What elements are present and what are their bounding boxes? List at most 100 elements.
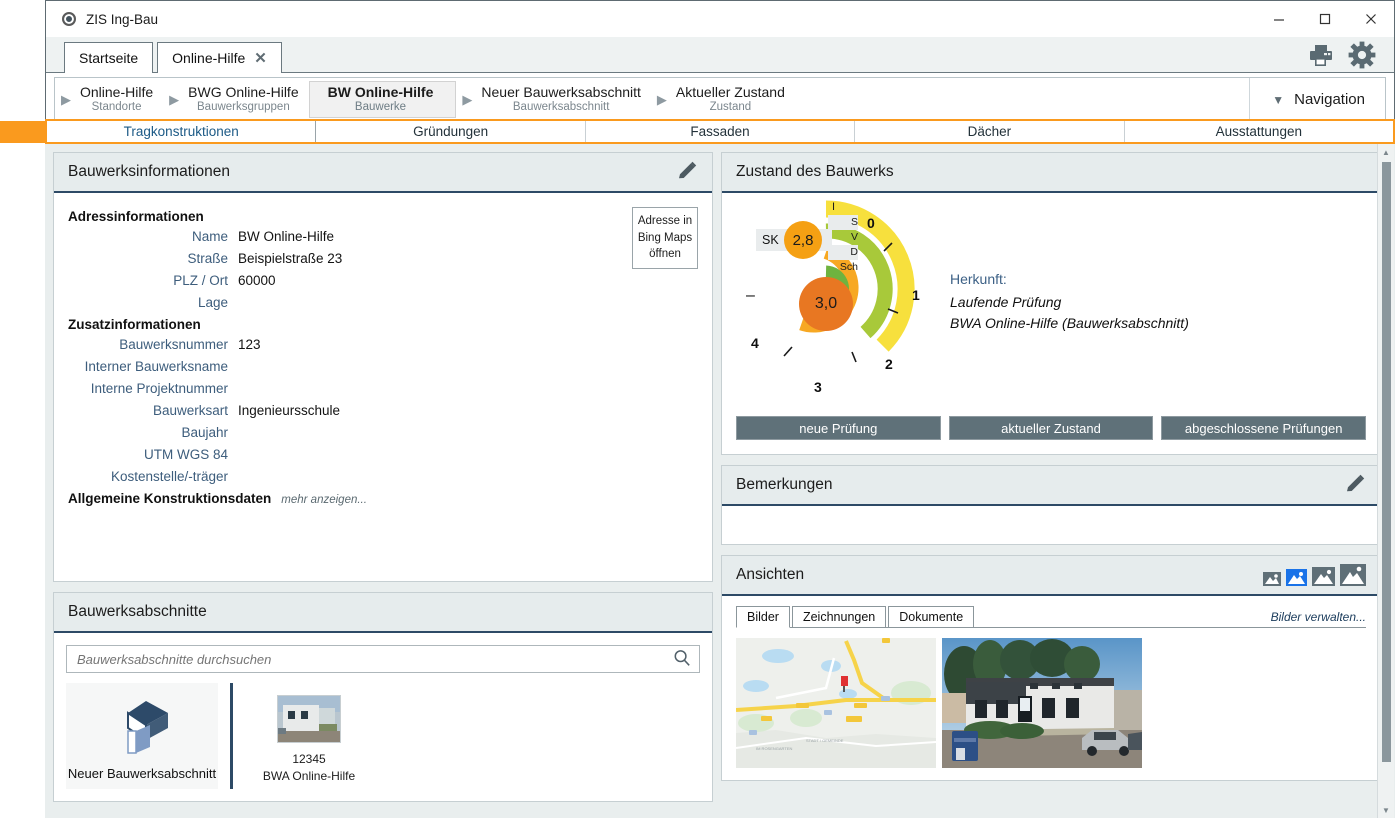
field-label: Kostenstelle/-träger	[68, 469, 238, 484]
minimize-icon[interactable]	[1256, 1, 1302, 37]
field-row-interner-bauwerksname[interactable]: Interner Bauwerksname	[68, 359, 698, 374]
field-row-bauwerksart[interactable]: Bauwerksart Ingenieursschule	[68, 403, 698, 418]
search-input[interactable]	[75, 651, 673, 668]
overall-value-bubble: 3,0	[799, 277, 853, 331]
navigation-label: Navigation	[1294, 91, 1365, 108]
condition-gauge: SK 2,8 S V D Sch 3,0 0 1 2 3	[722, 193, 1380, 416]
pencil-icon[interactable]	[1344, 473, 1366, 498]
group-title-konstruktionsdaten: Allgemeine Konstruktionsdaten mehr anzei…	[68, 491, 698, 506]
new-bauwerksabschnitt-label: Neuer Bauwerksabschnitt	[68, 766, 216, 781]
aktueller-zustand-button[interactable]: aktueller Zustand	[949, 416, 1154, 440]
card-header: Bauwerksabschnitte	[54, 593, 712, 633]
field-value: 60000	[238, 273, 276, 288]
thumbnail-gallery: STADT / GEMEINDE IM ROSENGARTEN	[722, 628, 1380, 780]
bemerkungen-card: Bemerkungen	[721, 465, 1381, 545]
map-thumbnail[interactable]: STADT / GEMEINDE IM ROSENGARTEN	[736, 638, 936, 768]
breadcrumb-title: Neuer Bauwerksabschnitt	[481, 84, 641, 101]
tab-dokumente[interactable]: Dokumente	[888, 606, 974, 628]
search-bar[interactable]	[66, 645, 700, 673]
section-title: Ansichten	[736, 566, 804, 584]
manage-images-link[interactable]: Bilder verwalten...	[1271, 610, 1366, 628]
tab-ausstattungen[interactable]: Ausstattungen	[1125, 121, 1393, 142]
tab-daecher[interactable]: Dächer	[855, 121, 1124, 142]
scrollbar-thumb[interactable]	[1382, 162, 1391, 762]
tab-fassaden[interactable]: Fassaden	[586, 121, 855, 142]
new-bauwerksabschnitt-button[interactable]: Neuer Bauwerksabschnitt	[66, 683, 218, 789]
field-row-utm-wgs84[interactable]: UTM WGS 84	[68, 447, 698, 462]
field-row-strasse[interactable]: Straße Beispielstraße 23	[68, 251, 698, 266]
tab-bilder[interactable]: Bilder	[736, 606, 790, 628]
field-row-plz-ort[interactable]: PLZ / Ort 60000	[68, 273, 698, 288]
neue-pruefung-button[interactable]: neue Prüfung	[736, 416, 941, 440]
building-block-icon	[106, 695, 178, 760]
pencil-icon[interactable]	[676, 160, 698, 185]
page-title: Bauwerksinformationen	[68, 163, 230, 181]
tab-gruendungen[interactable]: Gründungen	[316, 121, 585, 142]
building-photo-thumbnail[interactable]	[942, 638, 1142, 768]
field-row-kostenstelle[interactable]: Kostenstelle/-träger	[68, 469, 698, 484]
magnifier-icon[interactable]	[673, 649, 691, 670]
tab-label: Dächer	[968, 124, 1012, 139]
field-row-bauwerksnummer[interactable]: Bauwerksnummer 123	[68, 337, 698, 352]
tab-label: Zeichnungen	[803, 610, 875, 624]
image-selected-icon[interactable]	[1286, 569, 1307, 586]
image-large-icon[interactable]	[1340, 564, 1366, 586]
tab-underline	[736, 627, 1366, 628]
list-item[interactable]: 12345 BWA Online-Hilfe	[249, 683, 369, 789]
breadcrumb-subtitle: Bauwerksgruppen	[197, 101, 290, 115]
breadcrumb-item-standorte[interactable]: ▶ Online-Hilfe Standorte	[55, 78, 163, 121]
field-row-name[interactable]: Name BW Online-Hilfe	[68, 229, 698, 244]
field-row-lage[interactable]: Lage	[68, 295, 698, 310]
breadcrumb-item-bauwerke[interactable]: BW Online-Hilfe Bauwerke	[309, 81, 457, 118]
ansichten-body: Bilder Zeichnungen Dokumente Bilder verw…	[722, 596, 1380, 780]
field-label: Bauwerksart	[68, 403, 238, 418]
section-title: Zustand des Bauwerks	[736, 163, 894, 181]
bemerkungen-text[interactable]	[722, 506, 1380, 544]
maximize-icon[interactable]	[1302, 1, 1348, 37]
bauwerksabschnitte-list: Neuer Bauwerksabschnitt	[54, 683, 712, 801]
ring-label-s: S	[828, 215, 858, 230]
image-small-icon[interactable]	[1263, 572, 1281, 586]
tab-tragkonstruktionen[interactable]: Tragkonstruktionen	[47, 121, 316, 142]
scroll-up-arrow[interactable]: ▲	[1378, 144, 1394, 160]
tab-label: Gründungen	[413, 124, 488, 139]
chevron-right-icon: ▶	[169, 93, 179, 106]
navigation-dropdown[interactable]: ▼ Navigation	[1249, 78, 1385, 121]
field-value: Beispielstraße 23	[238, 251, 342, 266]
field-row-baujahr[interactable]: Baujahr	[68, 425, 698, 440]
field-row-interne-projektnummer[interactable]: Interne Projektnummer	[68, 381, 698, 396]
app-circle-icon	[62, 12, 76, 26]
breadcrumb-item-bauwerksgruppen[interactable]: ▶ BWG Online-Hilfe Bauwerksgruppen	[163, 78, 308, 121]
field-label: Bauwerksnummer	[68, 337, 238, 352]
tab-label: Bilder	[747, 610, 779, 624]
right-column: Zustand des Bauwerks	[721, 152, 1381, 818]
tab-online-hilfe[interactable]: Online-Hilfe ✕	[157, 42, 282, 73]
tab-label: Ausstattungen	[1216, 124, 1302, 139]
close-icon[interactable]	[1348, 1, 1394, 37]
show-more-link[interactable]: mehr anzeigen...	[281, 494, 367, 506]
tab-startseite[interactable]: Startseite	[64, 42, 153, 73]
printer-icon[interactable]	[1308, 43, 1334, 67]
scroll-down-arrow[interactable]: ▼	[1378, 802, 1394, 818]
field-label: Baujahr	[68, 425, 238, 440]
vertical-scrollbar[interactable]: ▲ ▼	[1377, 144, 1394, 818]
section-title: Bemerkungen	[736, 476, 833, 494]
image-medium-icon[interactable]	[1312, 567, 1335, 586]
section-title: Bauwerksabschnitte	[68, 603, 207, 621]
field-label: Interner Bauwerksname	[68, 359, 238, 374]
ring-legend: S V D Sch	[828, 215, 858, 275]
tab-zeichnungen[interactable]: Zeichnungen	[792, 606, 886, 628]
field-label: PLZ / Ort	[68, 273, 238, 288]
close-icon[interactable]: ✕	[254, 51, 267, 66]
breadcrumb-item-bauwerksabschnitt[interactable]: ▶ Neuer Bauwerksabschnitt Bauwerksabschn…	[456, 78, 651, 121]
screen-root: ZIS Ing-Bau Startseite Online-Hilfe ✕	[0, 0, 1395, 818]
field-value: BW Online-Hilfe	[238, 229, 334, 244]
gear-icon[interactable]	[1348, 41, 1376, 69]
list-item-name: BWA Online-Hilfe	[263, 768, 355, 785]
breadcrumb-item-zustand[interactable]: ▶ Aktueller Zustand Zustand	[651, 78, 795, 121]
field-label: Lage	[68, 295, 238, 310]
bing-maps-button[interactable]: Adresse in Bing Maps öffnen	[632, 207, 698, 269]
herkunft-label: Herkunft:	[950, 271, 1189, 287]
abgeschlossene-pruefungen-button[interactable]: abgeschlossene Prüfungen	[1161, 416, 1366, 440]
view-size-icons	[1263, 564, 1366, 586]
